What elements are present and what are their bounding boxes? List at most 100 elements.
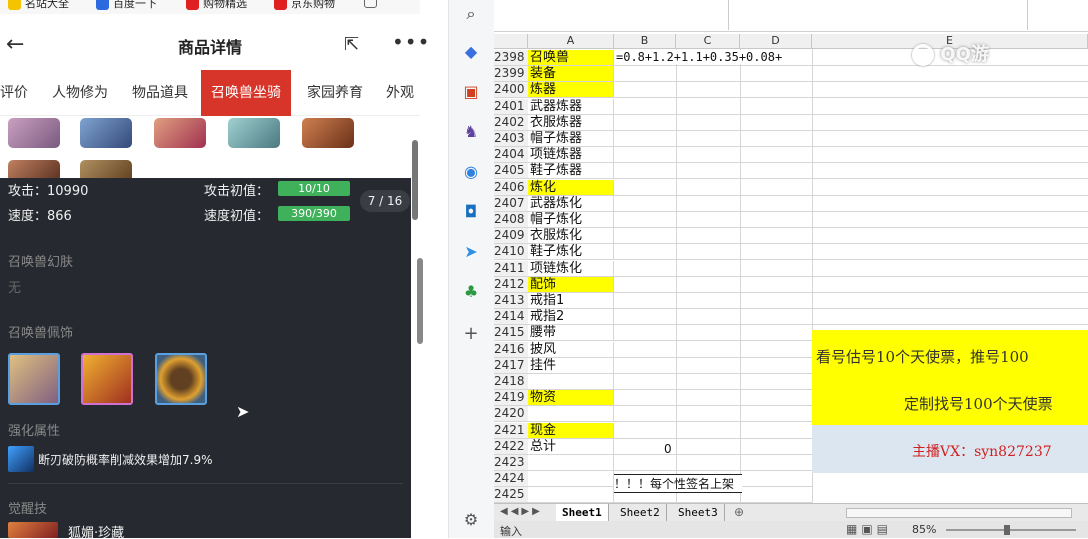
bookmark-item[interactable]: 百度一下 [96, 0, 157, 11]
add-icon[interactable]: + [461, 324, 481, 344]
row-number[interactable]: 2417 [494, 357, 528, 374]
tab-reviews[interactable]: 评价 [0, 70, 28, 116]
office-icon[interactable]: ◉ [461, 162, 481, 182]
row-number[interactable]: 2411 [494, 260, 528, 277]
total-value-cell[interactable]: 0 [664, 442, 672, 456]
sheet-tab-1[interactable]: Sheet1 [556, 504, 609, 522]
cell-a[interactable]: 武器炼器 [528, 98, 614, 115]
cell-a[interactable]: 戒指1 [528, 293, 614, 309]
cell-a[interactable]: 衣服炼化 [528, 228, 614, 245]
cell-a[interactable] [528, 471, 614, 488]
cell-a[interactable] [528, 455, 614, 471]
view-mode-icons[interactable]: ▦▣▤ [846, 522, 892, 536]
cell-a[interactable]: 炼化 [528, 179, 614, 196]
gear-icon[interactable]: ⚙ [461, 510, 481, 530]
bookmark-item[interactable] [364, 0, 377, 8]
sheet-tab-3[interactable]: Sheet3 [672, 504, 725, 522]
row-number[interactable]: 2415 [494, 325, 528, 342]
cell-a[interactable]: 帽子炼化 [528, 212, 614, 228]
row-number[interactable]: 2424 [494, 471, 528, 488]
tab-character[interactable]: 人物修为 [52, 70, 108, 116]
cell-a[interactable]: 衣服炼器 [528, 114, 614, 131]
row-number[interactable]: 2409 [494, 228, 528, 245]
cell-a[interactable]: 披风 [528, 341, 614, 358]
share-icon[interactable]: ⇱ [344, 34, 359, 55]
cell-a[interactable]: 炼器 [528, 82, 614, 99]
tree-icon[interactable]: ♣ [461, 282, 481, 302]
row-number[interactable]: 2412 [494, 276, 528, 293]
row-number[interactable]: 2410 [494, 244, 528, 261]
row-number[interactable]: 2422 [494, 438, 528, 455]
cell-a[interactable]: 装备 [528, 66, 614, 83]
toolbox-icon[interactable]: ▣ [461, 82, 481, 102]
tag-icon[interactable]: ◆ [461, 42, 481, 62]
pet-avatar[interactable] [154, 118, 206, 148]
formula-cell[interactable]: =0.8+1.2+1.1+0.35+0.08+ [616, 50, 783, 64]
row-number[interactable]: 2405 [494, 163, 528, 180]
row-number[interactable]: 2421 [494, 422, 528, 439]
cell-a[interactable]: 召唤兽 [528, 50, 614, 66]
cell-a[interactable]: 鞋子炼化 [528, 244, 614, 261]
cell-a[interactable] [528, 487, 614, 504]
row-number[interactable]: 2413 [494, 293, 528, 309]
cell-a[interactable]: 武器炼化 [528, 195, 614, 212]
cell-a[interactable]: 挂件 [528, 357, 614, 374]
row-number[interactable]: 2414 [494, 309, 528, 326]
row-number[interactable]: 2416 [494, 341, 528, 358]
row-number[interactable]: 2406 [494, 179, 528, 196]
row-number[interactable]: 2425 [494, 487, 528, 504]
zoom-slider[interactable] [946, 529, 1076, 531]
cell-a[interactable] [528, 406, 614, 423]
bookmark-item[interactable]: 京东购物 [274, 0, 335, 11]
tab-appearance[interactable]: 外观 [386, 70, 414, 116]
row-number[interactable]: 2398 [494, 50, 528, 66]
cell-a[interactable]: 现金 [528, 422, 614, 439]
tab-nav-arrows[interactable]: ◀◀▶▶ [500, 506, 543, 517]
column-header-c[interactable]: C [676, 34, 740, 49]
pet-avatar[interactable] [8, 118, 60, 148]
row-number[interactable]: 2403 [494, 131, 528, 147]
tab-home[interactable]: 家园养育 [307, 70, 363, 116]
row-number[interactable]: 2408 [494, 212, 528, 228]
row-number[interactable]: 2399 [494, 66, 528, 83]
row-number[interactable]: 2407 [494, 195, 528, 212]
cell-a[interactable] [528, 374, 614, 390]
tab-pets-mounts[interactable]: 召唤兽坐骑 [201, 70, 291, 116]
pet-avatar[interactable] [228, 118, 280, 148]
outlook-icon[interactable]: ◘ [461, 202, 481, 222]
pet-avatar[interactable] [302, 118, 354, 148]
column-header-d[interactable]: D [740, 34, 812, 49]
panel-scrollbar[interactable] [417, 258, 423, 344]
horizontal-scrollbar[interactable] [846, 508, 1072, 518]
accessory-item[interactable] [8, 353, 60, 405]
cell-a[interactable]: 物资 [528, 390, 614, 407]
accessory-item[interactable] [155, 353, 207, 405]
cell-a[interactable]: 总计 [528, 438, 614, 455]
row-number[interactable]: 2402 [494, 114, 528, 131]
cell-a[interactable]: 配饰 [528, 276, 614, 293]
row-number[interactable]: 2404 [494, 147, 528, 164]
column-header-b[interactable]: B [614, 34, 676, 49]
new-sheet-icon[interactable]: ⊕ [734, 505, 744, 519]
page-scrollbar[interactable] [412, 140, 418, 220]
row-number[interactable]: 2418 [494, 374, 528, 390]
row-number[interactable]: 2401 [494, 98, 528, 115]
zoom-slider-thumb[interactable] [1004, 525, 1010, 535]
accessory-item[interactable] [81, 353, 133, 405]
tab-items[interactable]: 物品道具 [132, 70, 188, 116]
cell-a[interactable]: 腰带 [528, 325, 614, 342]
row-number[interactable]: 2423 [494, 455, 528, 471]
row-number[interactable]: 2420 [494, 406, 528, 423]
row2424-text[interactable]: 每个性签名上架！！！ [614, 474, 742, 493]
send-icon[interactable]: ➤ [461, 242, 481, 262]
corner-header[interactable] [494, 34, 528, 49]
cell-a[interactable]: 项链炼器 [528, 147, 614, 164]
chess-icon[interactable]: ♞ [461, 122, 481, 142]
row-number[interactable]: 2400 [494, 82, 528, 99]
bookmark-item[interactable]: 购物精选 [186, 0, 247, 11]
cell-a[interactable]: 帽子炼器 [528, 131, 614, 147]
back-arrow-icon[interactable]: ← [6, 32, 24, 57]
row-number[interactable]: 2419 [494, 390, 528, 407]
cell-a[interactable]: 项链炼化 [528, 260, 614, 277]
pet-avatar[interactable] [80, 118, 132, 148]
